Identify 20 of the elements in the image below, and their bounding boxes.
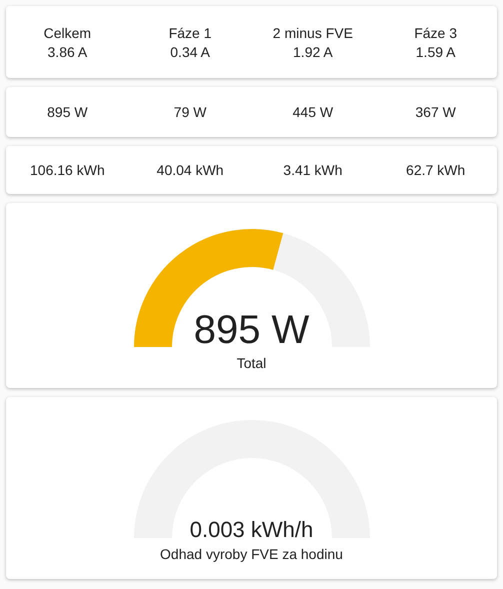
gauge-label: Total — [236, 355, 266, 371]
gauge-value: 0.003 kWh/h — [190, 519, 314, 541]
power-value: 445 W — [292, 104, 334, 120]
phase-label: 2 minus FVE — [272, 25, 353, 41]
current-value: 0.34 A — [170, 44, 210, 60]
current-value: 3.86 A — [48, 44, 88, 60]
gauge-label: Odhad vyroby FVE za hodinu — [160, 546, 343, 562]
power-value: 895 W — [46, 104, 89, 120]
phase-label: Fáze 3 — [414, 25, 458, 41]
power-value: 367 W — [414, 104, 457, 120]
phase-label: Celkem — [44, 25, 92, 41]
energy-value: 3.41 kWh — [282, 162, 344, 178]
current-value: 1.92 A — [293, 44, 333, 60]
power-value: 79 W — [172, 104, 208, 120]
current-value: 1.59 A — [416, 44, 456, 60]
phase-label: Fáze 1 — [168, 25, 212, 41]
energy-value: 62.7 kWh — [405, 162, 466, 178]
energy-value: 40.04 kWh — [156, 162, 225, 178]
energy-value: 106.16 kWh — [29, 162, 106, 178]
gauge-value: 895 W — [194, 310, 310, 350]
